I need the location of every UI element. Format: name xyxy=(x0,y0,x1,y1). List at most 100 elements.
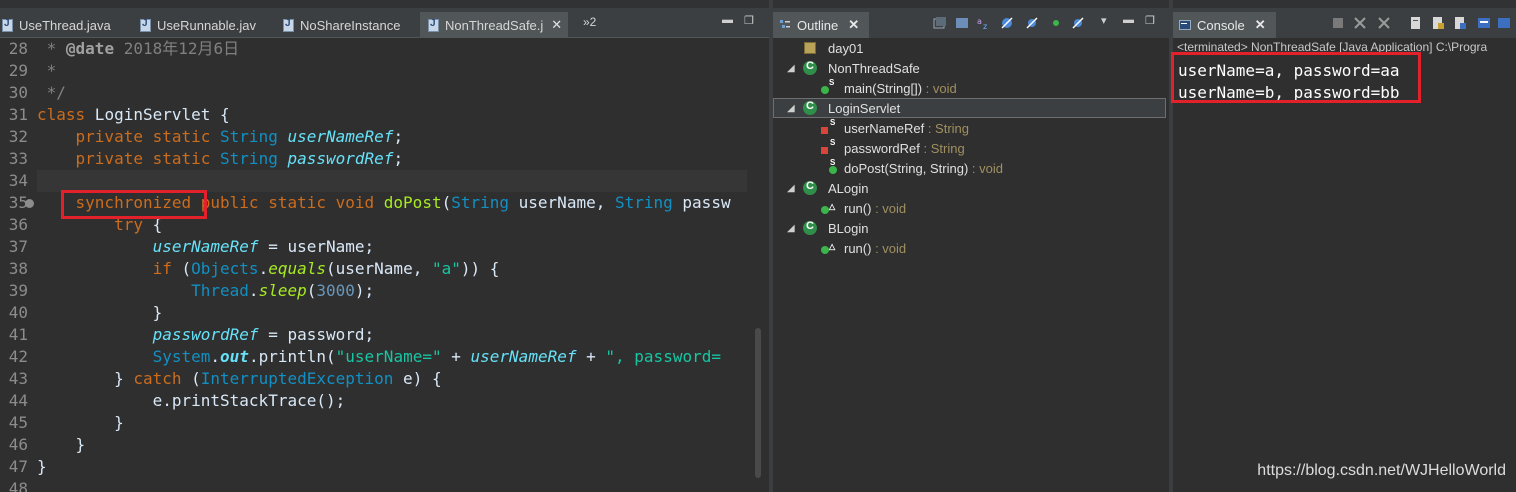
line-number: 41 xyxy=(8,325,28,344)
java-file-icon xyxy=(283,18,294,32)
package-icon xyxy=(804,42,816,54)
outline-item-dopost[interactable]: S doPost(String, String) : void xyxy=(773,158,1166,178)
hide-local-types-icon[interactable] xyxy=(1071,16,1085,30)
tab-label: NonThreadSafe.j xyxy=(445,17,544,33)
minimize-icon[interactable]: ▬ xyxy=(722,14,733,26)
outline-item-usernameref[interactable]: S userNameRef : String xyxy=(773,118,1166,138)
line-number: 48 xyxy=(8,479,28,492)
line-number: 37 xyxy=(8,237,28,256)
expand-icon[interactable] xyxy=(955,16,969,30)
code-area[interactable]: * @date 2018年12月6日 * */ class LoginServl… xyxy=(37,38,747,492)
svg-text:z: z xyxy=(983,22,987,30)
remove-all-icon[interactable] xyxy=(1377,16,1391,30)
clear-console-icon[interactable] xyxy=(1409,16,1423,30)
close-icon[interactable]: ✕ xyxy=(848,17,859,33)
outline-tab-bar: Outline ✕ az ▾ ▬ ❐ xyxy=(773,0,1169,38)
maximize-icon[interactable]: ❐ xyxy=(1145,14,1155,27)
tab-console[interactable]: Console ✕ xyxy=(1173,12,1276,38)
expand-arrow-icon[interactable]: ◢ xyxy=(787,63,795,74)
tab-usethread[interactable]: UseThread.java xyxy=(2,12,111,38)
java-file-icon xyxy=(428,18,439,32)
tab-label: Console xyxy=(1197,17,1245,33)
code-line: } xyxy=(37,457,47,476)
outline-item-loginservlet[interactable]: ◢ LoginServlet xyxy=(773,98,1166,118)
tree-label: day01 xyxy=(828,40,864,56)
minimize-icon[interactable]: ▬ xyxy=(1123,14,1134,26)
collapse-all-icon[interactable] xyxy=(933,16,947,30)
tab-noshareinstance[interactable]: NoShareInstance xyxy=(283,12,400,38)
override-modifier-icon: △ xyxy=(829,242,836,251)
display-console-icon[interactable] xyxy=(1497,16,1511,30)
hide-fields-icon[interactable] xyxy=(1000,16,1014,30)
line-number: 42 xyxy=(8,347,28,366)
line-number: 34 xyxy=(8,171,28,190)
scrollbar-thumb[interactable] xyxy=(755,328,761,478)
code-line: } xyxy=(37,303,163,322)
line-number: 33 xyxy=(8,149,28,168)
tree-return-type: : String xyxy=(919,140,965,156)
hide-non-public-icon[interactable] xyxy=(1049,16,1063,30)
scroll-lock-icon[interactable] xyxy=(1431,16,1445,30)
outline-pane[interactable]: Outline ✕ az ▾ ▬ ❐ day01 ◢ NonThreadSafe… xyxy=(773,0,1169,492)
tab-userunnable[interactable]: UseRunnable.jav xyxy=(140,12,256,38)
maximize-icon[interactable]: ❐ xyxy=(744,14,754,27)
expand-arrow-icon[interactable]: ◢ xyxy=(787,103,795,114)
tree-label: NonThreadSafe xyxy=(828,60,920,76)
expand-arrow-icon[interactable]: ◢ xyxy=(787,223,795,234)
line-number-gutter: 28 29 30 31 32 33 34 35 36 37 38 39 40 4… xyxy=(0,38,36,492)
line-number: 44 xyxy=(8,391,28,410)
sort-icon[interactable]: az xyxy=(977,16,991,30)
view-menu-icon[interactable]: ▾ xyxy=(1101,14,1107,27)
tab-nonthreadsafe[interactable]: NonThreadSafe.j ✕ xyxy=(420,12,569,38)
tab-overflow-button[interactable]: »2 xyxy=(583,15,596,29)
hide-static-icon[interactable] xyxy=(1025,16,1039,30)
class-icon xyxy=(803,180,817,195)
tab-outline[interactable]: Outline ✕ xyxy=(773,12,870,38)
line-number: 36 xyxy=(8,215,28,234)
tree-return-type: : void xyxy=(968,160,1003,176)
console-pane[interactable]: Console ✕ <terminated> NonThreadSafe [Ja… xyxy=(1171,0,1516,492)
close-icon[interactable]: ✕ xyxy=(1255,17,1266,33)
tree-return-type: : String xyxy=(924,120,969,136)
java-file-icon xyxy=(140,18,151,32)
outline-item-day01[interactable]: day01 xyxy=(773,38,1166,58)
pin-console-icon[interactable] xyxy=(1477,16,1491,30)
tree-return-type: : void xyxy=(871,200,907,216)
outline-item-nonthreadsafe[interactable]: ◢ NonThreadSafe xyxy=(773,58,1166,78)
line-number: 47 xyxy=(8,457,28,476)
current-line-highlight xyxy=(37,170,747,192)
word-wrap-icon[interactable] xyxy=(1453,16,1467,30)
menu-strip xyxy=(773,0,1169,8)
tree-label: main(String[]) xyxy=(844,80,923,96)
svg-text:a: a xyxy=(977,17,982,26)
code-line: class LoginServlet { xyxy=(37,105,230,124)
line-number: 46 xyxy=(8,435,28,454)
code-editor-pane[interactable]: UseThread.java UseRunnable.jav NoShareIn… xyxy=(0,0,769,492)
code-line: } xyxy=(37,413,124,432)
outline-item-passwordref[interactable]: S passwordRef : String xyxy=(773,138,1166,158)
terminate-icon[interactable] xyxy=(1331,16,1345,30)
outline-item-blogin-run[interactable]: △ run() : void xyxy=(773,238,1166,258)
outline-item-main[interactable]: S main(String[]) : void xyxy=(773,78,1166,98)
remove-launch-icon[interactable] xyxy=(1353,16,1367,30)
outline-item-alogin[interactable]: ◢ ALogin xyxy=(773,178,1166,198)
code-line: private static String passwordRef; xyxy=(37,149,404,168)
outline-item-blogin[interactable]: ◢ BLogin xyxy=(773,218,1166,238)
tab-label: UseThread.java xyxy=(19,17,111,33)
line-number: 30 xyxy=(8,83,28,102)
code-line: if (Objects.equals(userName, "a")) { xyxy=(152,259,500,278)
tree-return-type: : void xyxy=(871,240,907,256)
expand-arrow-icon[interactable]: ◢ xyxy=(787,183,795,194)
tree-label: run() xyxy=(844,200,872,216)
editor-scrollbar[interactable] xyxy=(749,38,769,492)
outline-item-alogin-run[interactable]: △ run() : void xyxy=(773,198,1166,218)
console-output-highlight-box xyxy=(1171,52,1421,103)
code-line: * xyxy=(37,61,57,80)
outline-tree[interactable]: day01 ◢ NonThreadSafe S main(String[]) :… xyxy=(773,38,1169,492)
code-line: * @date 2018年12月6日 xyxy=(37,39,240,58)
fold-icon[interactable] xyxy=(25,199,34,208)
class-icon xyxy=(803,220,817,235)
console-icon xyxy=(1179,20,1191,30)
close-icon[interactable]: ✕ xyxy=(551,17,562,33)
class-icon xyxy=(803,60,817,75)
